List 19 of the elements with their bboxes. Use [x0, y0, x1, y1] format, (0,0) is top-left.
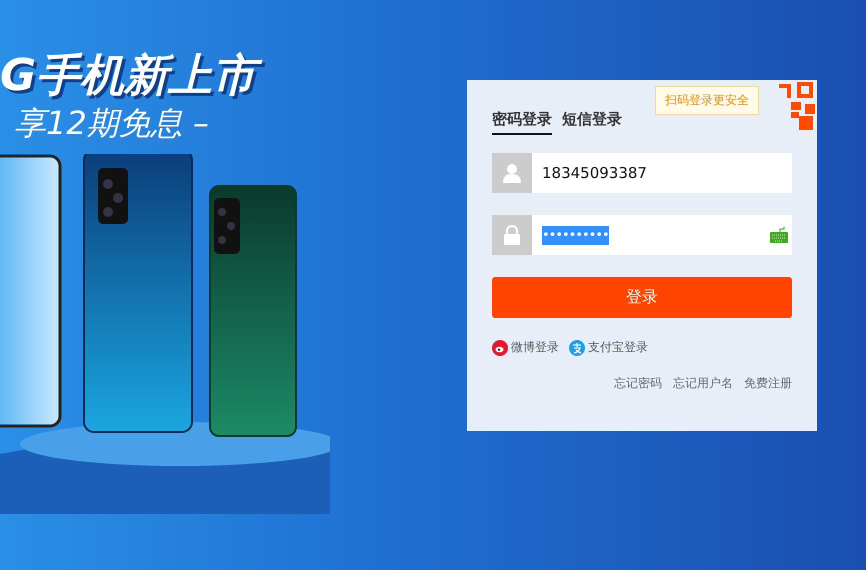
account-link[interactable]: 免费注册	[744, 375, 792, 392]
weibo-icon	[492, 340, 508, 356]
login-button[interactable]: 登录	[492, 277, 792, 318]
lock-icon	[492, 215, 532, 255]
social-login-link[interactable]: 支付宝登录	[569, 339, 648, 356]
qr-hint-tooltip: 扫码登录更安全	[655, 86, 759, 115]
login-tab[interactable]: 密码登录	[492, 110, 552, 135]
account-link[interactable]: 忘记用户名	[673, 375, 733, 392]
banner-subline: 享12期免息 –	[14, 106, 210, 142]
alipay-icon	[569, 340, 585, 356]
username-field[interactable]: 18345093387	[492, 153, 792, 193]
social-login-label: 支付宝登录	[588, 339, 648, 356]
social-login-label: 微博登录	[511, 339, 559, 356]
user-icon	[492, 153, 532, 193]
login-tab[interactable]: 短信登录	[562, 110, 622, 135]
social-login-link[interactable]: 微博登录	[492, 339, 559, 356]
keyboard-icon[interactable]	[770, 226, 788, 244]
banner-headline: G手机新上市	[0, 52, 467, 100]
account-link[interactable]: 忘记密码	[614, 375, 662, 392]
